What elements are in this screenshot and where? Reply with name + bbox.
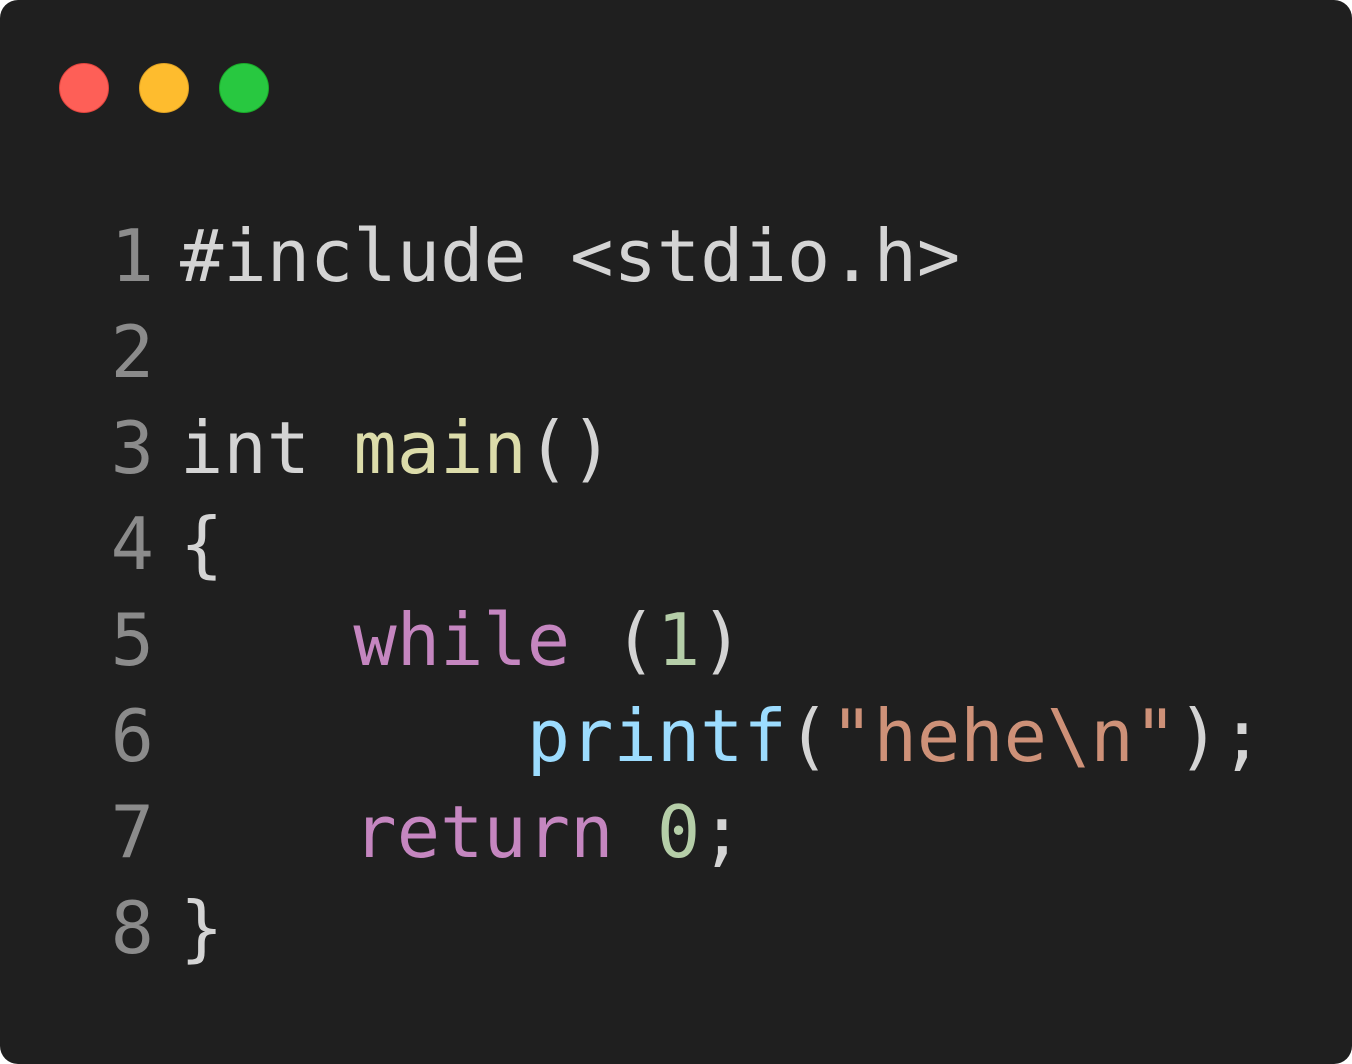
window-controls [59, 63, 269, 113]
code-token-call: printf [526, 694, 787, 778]
code-token-plain: int [180, 406, 354, 490]
code-line: 8} [108, 880, 1264, 976]
code-token-kw: return [353, 790, 614, 874]
code-token-plain: ( [570, 598, 657, 682]
code-line-text: } [154, 880, 223, 976]
code-token-plain: #include <stdio.h> [180, 214, 961, 298]
code-token-str: "hehe\n" [830, 694, 1178, 778]
code-token-plain: ) [700, 598, 744, 682]
code-line: 5 while (1) [108, 592, 1264, 688]
maximize-button[interactable] [219, 63, 269, 113]
code-line-text: while (1) [154, 592, 744, 688]
code-line-text: return 0; [154, 784, 744, 880]
code-line: 4{ [108, 496, 1264, 592]
code-window: 1 #include <stdio.h> 2 3 int main() 4{5 while… [0, 0, 1352, 1064]
line-number: 5 [110, 598, 154, 682]
code-line-text: printf("hehe\n"); [154, 688, 1264, 784]
line-number: 3 [110, 406, 154, 490]
code-block: 1 #include <stdio.h> 2 3 int main() 4{5 while… [108, 208, 1264, 976]
code-line: 7 return 0; [108, 784, 1264, 880]
code-token-plain: ; [700, 790, 744, 874]
code-token-kw: while [353, 598, 571, 682]
line-number: 6 [110, 694, 154, 778]
code-token-num: 0 [656, 790, 701, 874]
code-token-func: main [353, 406, 527, 490]
code-line: 2 [108, 304, 1264, 400]
code-token-plain: ); [1177, 694, 1264, 778]
line-number: 7 [110, 790, 154, 874]
code-token-plain: () [526, 406, 614, 490]
code-token-plain: ( [786, 694, 831, 778]
minimize-button[interactable] [139, 63, 189, 113]
close-button[interactable] [59, 63, 109, 113]
code-line: 1 #include <stdio.h> [108, 208, 1264, 304]
line-number: 8 [110, 886, 154, 970]
code-line-text: { [154, 496, 223, 592]
line-number: 4 [110, 502, 154, 586]
line-number: 2 [110, 310, 154, 394]
code-line: 6 printf("hehe\n"); [108, 688, 1264, 784]
code-line-text: int main() [154, 400, 613, 496]
code-line-text: #include <stdio.h> [154, 208, 960, 304]
code-token-plain: { [180, 502, 224, 586]
line-number: 1 [110, 214, 154, 298]
code-token-num: 1 [656, 598, 701, 682]
code-line: 3 int main() [108, 400, 1264, 496]
code-token-plain: } [180, 886, 224, 970]
